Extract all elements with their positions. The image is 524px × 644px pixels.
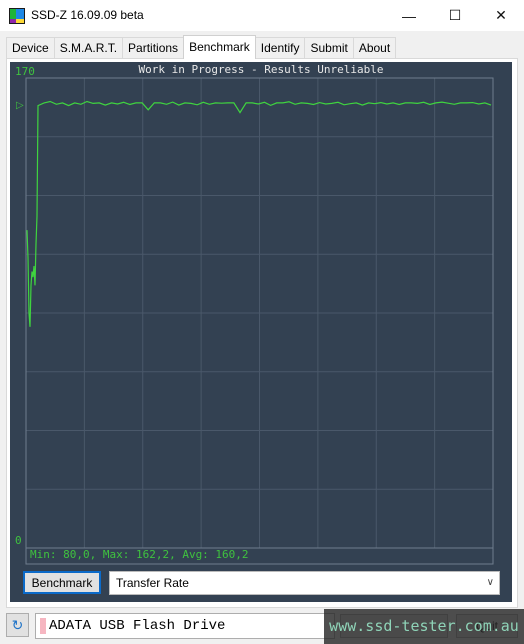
tab-strip: Device S.M.A.R.T. Partitions Benchmark I… [6, 35, 397, 59]
graph-title: Work in Progress - Results Unreliable [138, 63, 384, 76]
tab-partitions[interactable]: Partitions [122, 37, 185, 58]
graph-canvas [25, 77, 494, 565]
tab-smart[interactable]: S.M.A.R.T. [53, 37, 124, 58]
drive-selector[interactable]: ADATA USB Flash Drive [35, 613, 335, 639]
watermark: www.ssd-tester.com.au [324, 609, 524, 644]
y-axis-min-label: 0 [15, 534, 22, 547]
drive-status-indicator [40, 618, 46, 634]
app-icon [9, 8, 25, 24]
title-bar: SSD-Z 16.09.09 beta — ☐ ✕ [0, 0, 524, 31]
maximize-icon: ☐ [448, 7, 462, 23]
refresh-icon: ↻ [11, 616, 24, 633]
level-marker-icon: ▷ [16, 100, 24, 111]
tab-about[interactable]: About [352, 37, 397, 58]
y-axis-max-label: 170 [15, 65, 35, 78]
tab-benchmark[interactable]: Benchmark [183, 35, 256, 59]
close-button[interactable]: ✕ [478, 0, 524, 31]
minimize-icon: — [402, 7, 416, 24]
benchmark-mode-value: Transfer Rate [116, 576, 189, 590]
tab-device[interactable]: Device [6, 37, 55, 58]
benchmark-mode-select[interactable]: Transfer Rate ∨ [109, 571, 500, 595]
chevron-down-icon: ∨ [486, 577, 494, 588]
minimize-button[interactable]: — [386, 0, 432, 31]
tab-submit[interactable]: Submit [304, 37, 354, 58]
maximize-button[interactable]: ☐ [432, 0, 478, 31]
graph-stats: Min: 80,0, Max: 162,2, Avg: 160,2 [30, 548, 249, 561]
close-icon: ✕ [495, 7, 507, 23]
drive-name: ADATA USB Flash Drive [49, 618, 226, 634]
window-title: SSD-Z 16.09.09 beta [31, 8, 144, 22]
refresh-button[interactable]: ↻ [6, 613, 29, 637]
tab-identify[interactable]: Identify [254, 37, 306, 58]
benchmark-button[interactable]: Benchmark [23, 571, 101, 594]
benchmark-graph: Work in Progress - Results Unreliable 17… [10, 62, 512, 602]
